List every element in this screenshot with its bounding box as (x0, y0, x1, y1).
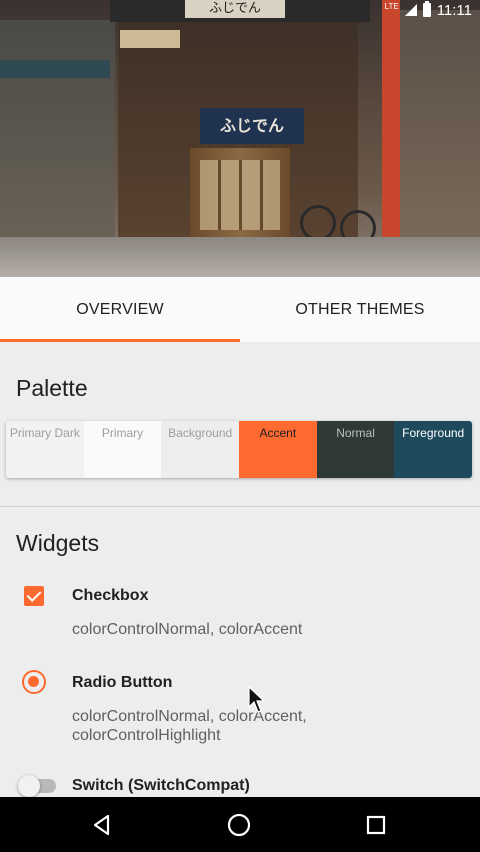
noren-curtain: ふじでん (200, 108, 304, 144)
street (0, 237, 480, 277)
building-right (400, 10, 480, 245)
switch-label: Switch (SwitchCompat) (72, 777, 250, 794)
swatch-accent: Accent (239, 421, 317, 478)
tab-overview[interactable]: OVERVIEW (0, 277, 240, 342)
home-icon (227, 813, 251, 837)
swatch-background: Background (161, 421, 240, 478)
checkbox-desc: colorControlNormal, colorAccent (72, 621, 303, 638)
swatch-normal: Normal (316, 421, 395, 478)
radio-button[interactable] (22, 670, 46, 694)
checkbox[interactable] (24, 586, 44, 606)
divider (0, 506, 480, 507)
navigation-bar (0, 797, 480, 852)
content-scroll[interactable]: Palette Primary Dark Primary Background … (0, 342, 480, 797)
back-icon (93, 814, 110, 836)
recents-button[interactable] (362, 811, 390, 839)
widgets-title: Widgets (16, 530, 100, 556)
swatch-foreground: Foreground (394, 421, 472, 478)
bicycle-wheel (300, 205, 336, 241)
status-bar: LTE 11:11 (0, 0, 480, 20)
lantern (120, 30, 180, 48)
radio-label: Radio Button (72, 674, 173, 691)
lte-indicator: LTE (384, 1, 399, 11)
building-left (0, 20, 115, 240)
back-button[interactable] (88, 811, 116, 839)
switch-thumb[interactable] (18, 775, 40, 797)
status-time: 11:11 (436, 1, 472, 19)
signal-icon (404, 4, 417, 16)
tab-bar: OVERVIEW OTHER THEMES (0, 277, 480, 342)
checkbox-label: Checkbox (72, 587, 149, 604)
recents-icon (366, 815, 386, 835)
swatch-primary: Primary (83, 421, 162, 478)
palette-title: Palette (16, 375, 88, 401)
awning (0, 60, 110, 78)
red-pole (382, 0, 400, 250)
home-button[interactable] (225, 811, 253, 839)
door-glass (200, 160, 280, 230)
cursor-icon (248, 686, 266, 713)
tab-other-themes[interactable]: OTHER THEMES (240, 277, 480, 342)
battery-icon (422, 1, 431, 17)
palette-swatches: Primary Dark Primary Background Accent N… (6, 421, 472, 478)
header-image: ふじでん ふじでん LTE 11:11 (0, 0, 480, 277)
swatch-primary-dark: Primary Dark (6, 421, 84, 478)
